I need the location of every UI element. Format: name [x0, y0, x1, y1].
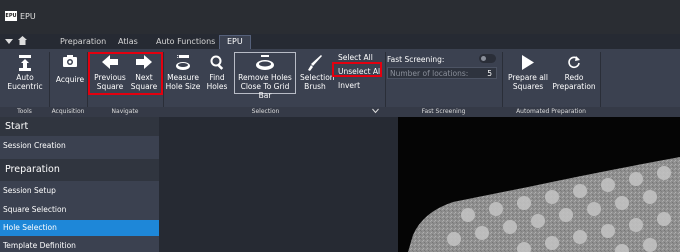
group-label-automated-preparation: Automated Preparation: [516, 108, 586, 115]
home-icon[interactable]: [18, 36, 27, 47]
tab-auto-functions[interactable]: Auto Functions: [156, 37, 215, 46]
remove-holes-icon: [235, 55, 295, 71]
eucentric-icon: [3, 55, 47, 71]
play-icon: [505, 55, 551, 71]
brush-icon: [300, 55, 330, 71]
group-label-fast-screening: Fast Screening: [421, 108, 466, 115]
fast-screening-label: Fast Screening:: [387, 55, 445, 64]
caret-down-icon[interactable]: [5, 37, 13, 47]
number-of-locations-field[interactable]: Number of locations: 5: [387, 67, 497, 79]
tab-preparation[interactable]: Preparation: [60, 37, 106, 46]
number-of-locations-value: 5: [487, 69, 492, 78]
tab-atlas[interactable]: Atlas: [118, 37, 138, 46]
sidebar-section-preparation[interactable]: Preparation: [0, 159, 159, 181]
sidebar-item-session-creation[interactable]: Session Creation: [0, 138, 159, 154]
micrograph-viewer[interactable]: [398, 117, 680, 252]
magnifier-icon: [204, 55, 230, 71]
title-bar: EPU EPU: [0, 0, 680, 34]
auto-eucentric-button[interactable]: Auto Eucentric: [3, 55, 47, 91]
group-label-acquisition: Acquisition: [51, 108, 85, 115]
sidebar-item-square-selection[interactable]: Square Selection: [0, 202, 159, 218]
grid-square-image: [408, 157, 680, 252]
epu-logo-icon: EPU: [5, 11, 17, 21]
ribbon-group-labels: Tools Acquisition Navigate Selection Fas…: [0, 107, 680, 117]
number-of-locations-label: Number of locations:: [390, 69, 469, 78]
measure-hole-size-button[interactable]: Measure Hole Size: [164, 55, 202, 91]
selection-brush-button[interactable]: Selection Brush: [300, 55, 335, 91]
window-title: EPU: [20, 12, 36, 21]
select-all-button[interactable]: Select All: [338, 53, 373, 62]
sidebar-item-session-setup[interactable]: Session Setup: [0, 183, 159, 199]
group-label-selection: Selection: [251, 108, 280, 115]
find-holes-button[interactable]: Find Holes: [204, 55, 230, 91]
tab-epu[interactable]: EPU: [219, 35, 251, 49]
invert-button[interactable]: Invert: [338, 81, 360, 90]
group-label-tools: Tools: [17, 108, 32, 115]
fast-screening-toggle[interactable]: [479, 54, 496, 63]
workflow-sidebar: Start Session Creation Preparation Sessi…: [0, 117, 159, 252]
chevron-down-icon[interactable]: [370, 108, 380, 116]
prepare-all-squares-button[interactable]: Prepare all Squares: [505, 55, 551, 91]
remove-holes-close-to-grid-bar-button[interactable]: Remove Holes Close To Grid Bar: [234, 52, 296, 100]
highlight-unselect-box: [332, 62, 382, 77]
tab-row: Preparation Atlas Auto Functions EPU: [0, 34, 680, 49]
side-panel-area: [159, 117, 398, 252]
camera-icon: [52, 55, 88, 71]
sidebar-section-start[interactable]: Start: [0, 117, 159, 136]
acquire-button[interactable]: Acquire: [52, 55, 88, 84]
group-label-navigate: Navigate: [111, 108, 139, 115]
measure-icon: [164, 55, 202, 71]
sidebar-item-hole-selection[interactable]: Hole Selection: [0, 220, 159, 236]
highlight-navigate-box: [88, 52, 163, 95]
redo-icon: [549, 55, 599, 71]
redo-preparation-button[interactable]: Redo Preparation: [549, 55, 599, 91]
sidebar-item-template-definition[interactable]: Template Definition: [0, 238, 159, 252]
